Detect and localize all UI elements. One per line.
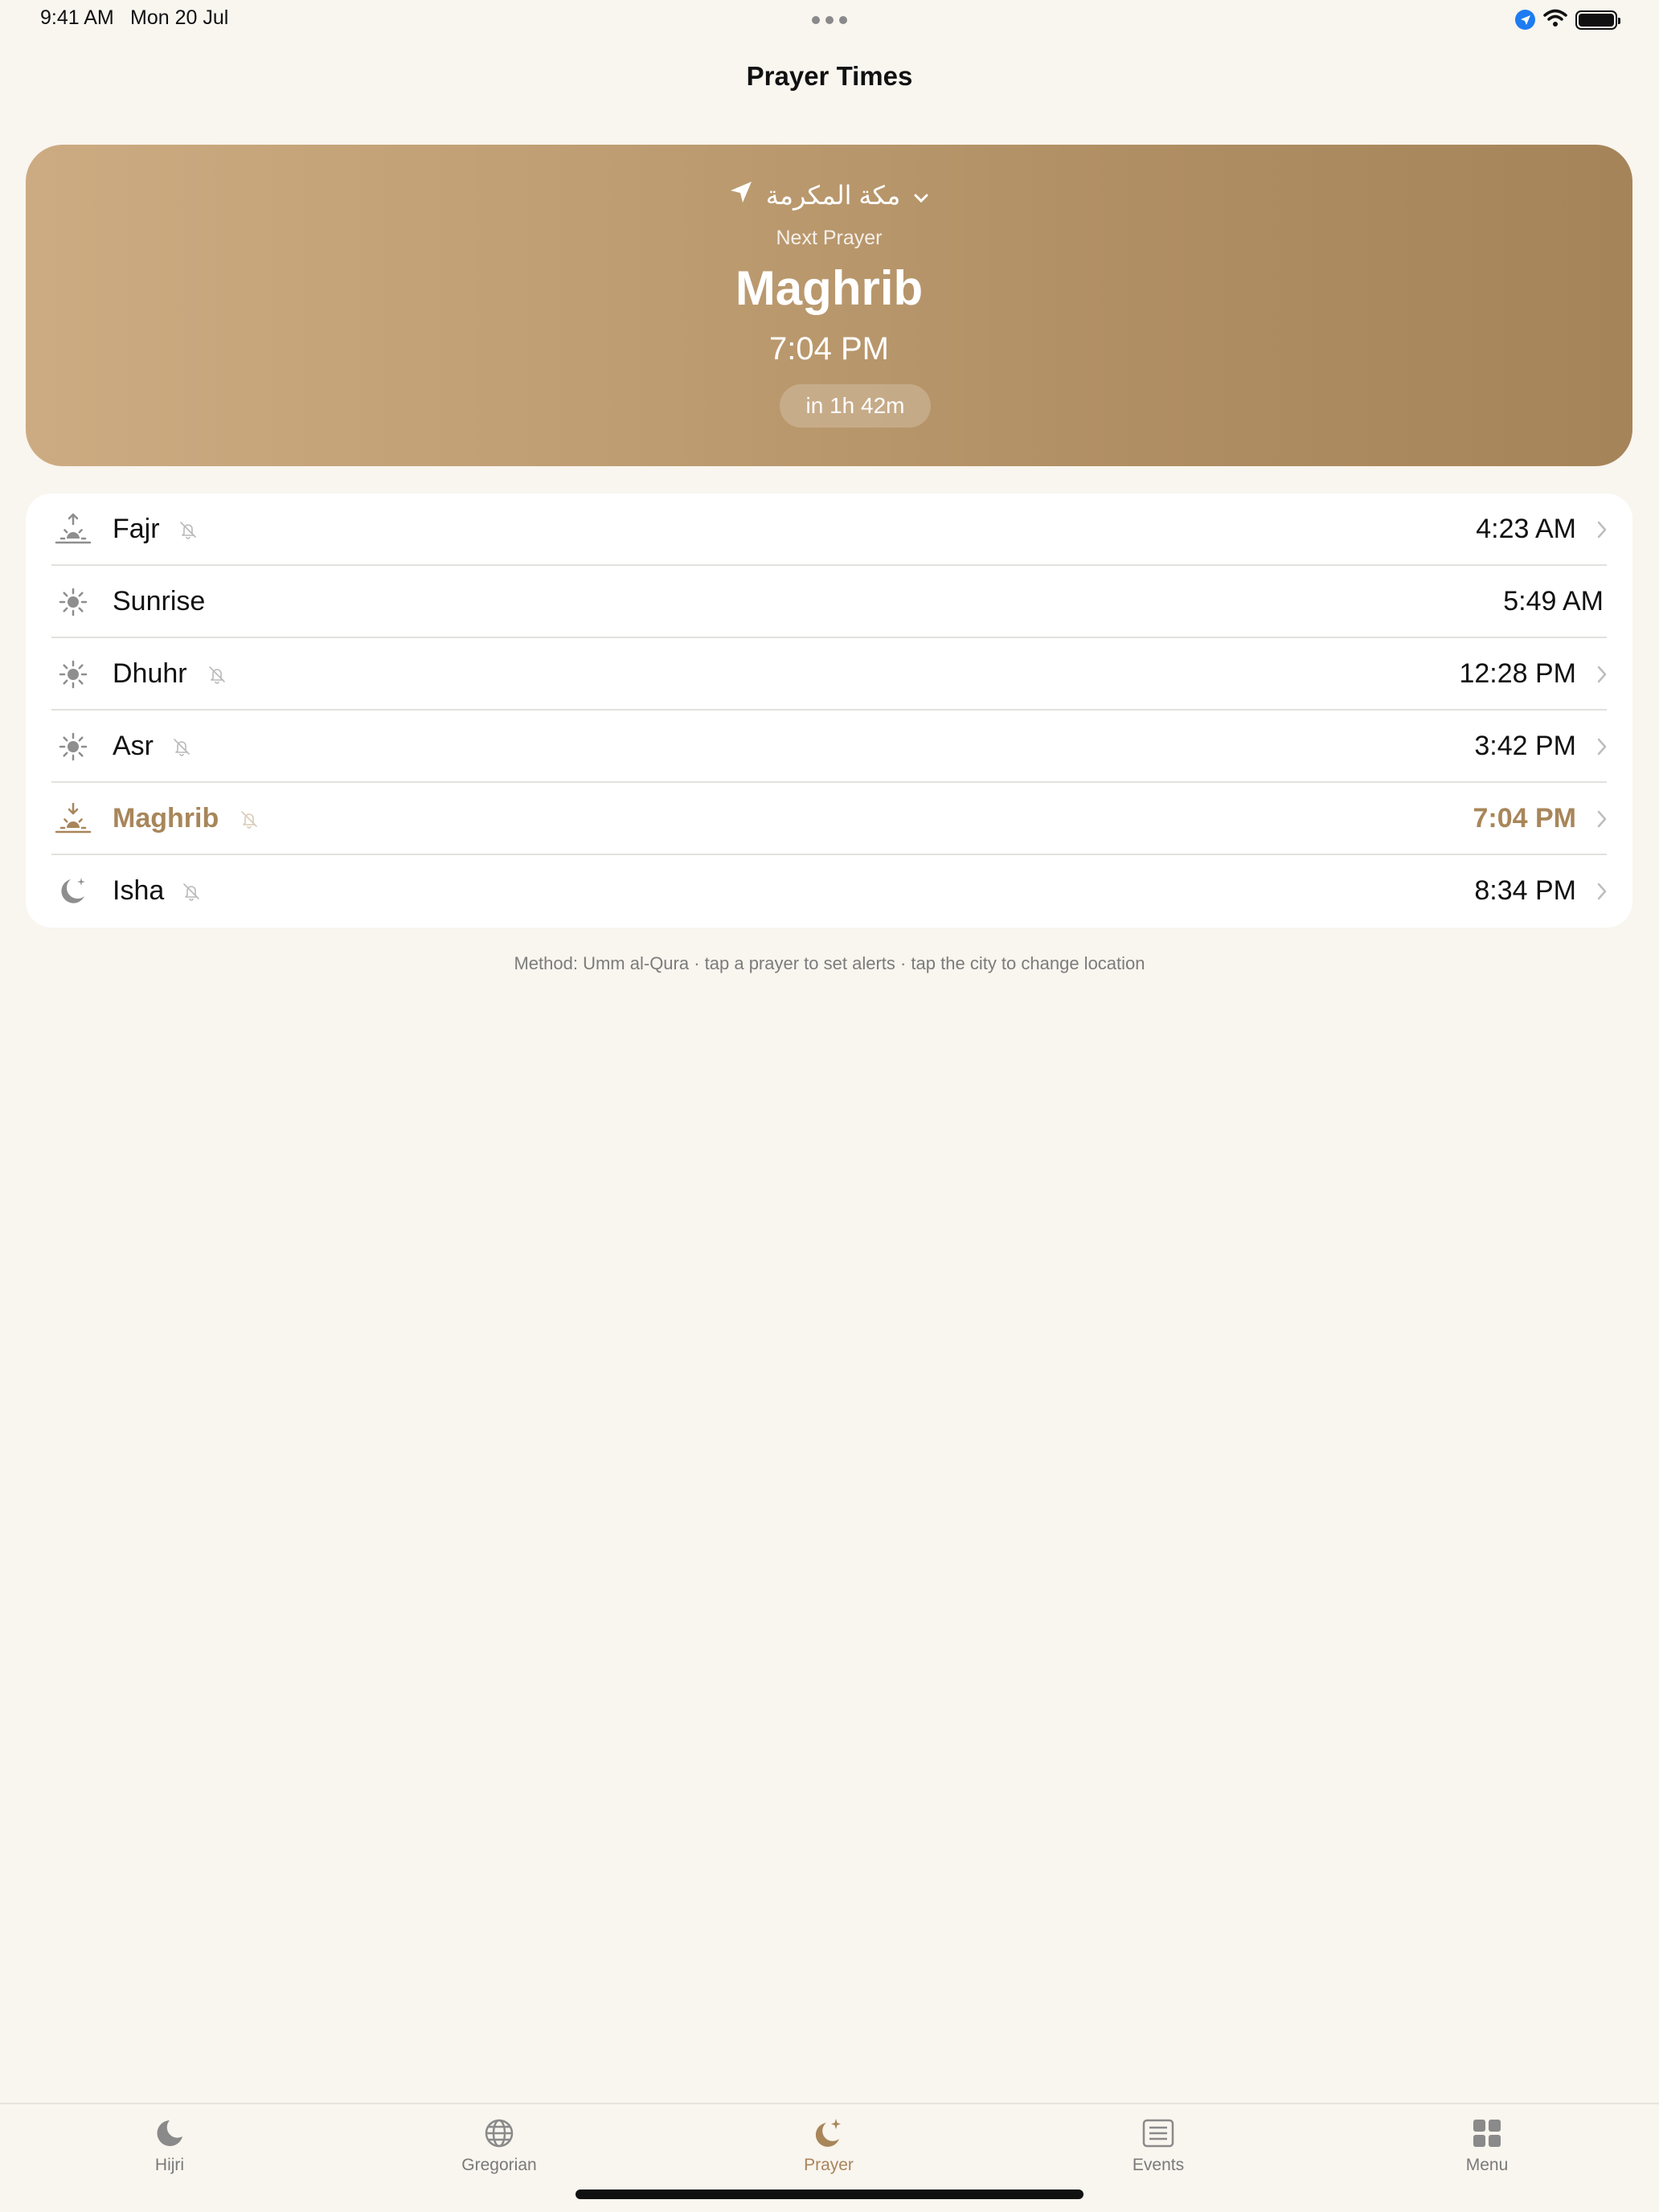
status-date: Mon 20 Jul: [130, 6, 229, 29]
bell-slash-icon: [240, 809, 259, 829]
prayer-row-isha[interactable]: Isha 8:34 PM: [26, 855, 1632, 928]
countdown-badge: in 1h 42m: [780, 384, 931, 428]
status-time: 9:41 AM: [40, 6, 114, 29]
tab-label: Prayer: [804, 2156, 854, 2174]
prayer-name: Isha: [113, 875, 165, 906]
prayer-name: Dhuhr: [113, 658, 187, 689]
prayer-row-dhuhr[interactable]: Dhuhr 12:28 PM: [26, 638, 1632, 711]
bell-slash-icon: [178, 520, 198, 539]
prayer-name: Fajr: [113, 514, 160, 544]
bell-slash-icon: [172, 737, 191, 756]
prayer-list: Fajr 4:23 AM Sunrise 5:49 AM Dhuhr 12:28 PM As…: [26, 494, 1632, 928]
chevron-right-icon: [1596, 519, 1608, 540]
globe-icon: [481, 2116, 517, 2151]
sun-icon: [55, 585, 92, 619]
prayer-name: Asr: [113, 731, 154, 761]
status-indicators: [1515, 8, 1620, 31]
tab-hijri[interactable]: Hijri: [89, 2116, 250, 2175]
sunset-down-icon: [55, 802, 92, 836]
chevron-down-icon: [913, 181, 929, 211]
next-prayer-name: Maghrib: [735, 261, 924, 315]
next-prayer-card: مكة المكرمة Next Prayer Maghrib 7:04 PM …: [26, 145, 1632, 466]
chevron-right-icon: [1596, 664, 1608, 685]
next-prayer-time: 7:04 PM: [769, 331, 889, 367]
prayer-row-asr[interactable]: Asr 3:42 PM: [26, 711, 1632, 783]
prayer-time: 7:04 PM: [1473, 803, 1577, 834]
location-arrow-icon: [729, 180, 753, 211]
moon-icon: [152, 2116, 187, 2151]
chevron-right-icon: [1596, 736, 1608, 757]
tab-label: Hijri: [154, 2156, 185, 2174]
prayer-name: Maghrib: [113, 803, 219, 834]
list-icon: [1141, 2116, 1176, 2151]
moon-star-icon: [811, 2116, 846, 2151]
grid-icon: [1469, 2116, 1505, 2151]
city-selector[interactable]: مكة المكرمة: [26, 180, 1632, 211]
tab-label: Events: [1132, 2156, 1185, 2174]
multitasking-dots-icon[interactable]: [812, 16, 847, 24]
method-footnote: Method: Umm al-Qura · tap a prayer to se…: [514, 953, 1145, 973]
chevron-right-icon: [1596, 809, 1608, 830]
prayer-row-maghrib[interactable]: Maghrib 7:04 PM: [26, 783, 1632, 855]
prayer-time: 5:49 AM: [1503, 586, 1604, 616]
prayer-name: Sunrise: [113, 586, 206, 616]
status-bar: 9:41 AM Mon 20 Jul: [0, 0, 1659, 39]
prayer-row-sunrise: Sunrise 5:49 AM: [26, 566, 1632, 638]
moon-stars-icon: [55, 875, 92, 908]
sun-icon: [55, 730, 92, 764]
home-indicator: [576, 2189, 1083, 2199]
battery-icon: [1575, 10, 1620, 30]
bell-slash-icon: [182, 882, 201, 901]
wifi-icon: [1543, 8, 1567, 31]
tab-menu[interactable]: Menu: [1407, 2116, 1567, 2175]
tab-events[interactable]: Events: [1078, 2116, 1239, 2175]
city-name: مكة المكرمة: [765, 181, 901, 210]
prayer-time: 8:34 PM: [1474, 875, 1576, 906]
page-title: Prayer Times: [746, 61, 913, 91]
bell-slash-icon: [207, 665, 227, 684]
location-icon: [1515, 10, 1535, 30]
chevron-right-icon: [1596, 881, 1608, 902]
sun-icon: [55, 657, 92, 691]
prayer-row-fajr[interactable]: Fajr 4:23 AM: [26, 494, 1632, 566]
sunrise-up-icon: [55, 513, 92, 547]
tab-prayer[interactable]: Prayer: [748, 2116, 909, 2175]
prayer-time: 3:42 PM: [1474, 731, 1576, 761]
prayer-time: 4:23 AM: [1476, 514, 1576, 544]
prayer-time: 12:28 PM: [1459, 658, 1576, 689]
tab-label: Menu: [1465, 2156, 1509, 2174]
tab-gregorian[interactable]: Gregorian: [419, 2116, 580, 2175]
next-prayer-label: Next Prayer: [776, 227, 883, 249]
tab-label: Gregorian: [461, 2156, 537, 2174]
